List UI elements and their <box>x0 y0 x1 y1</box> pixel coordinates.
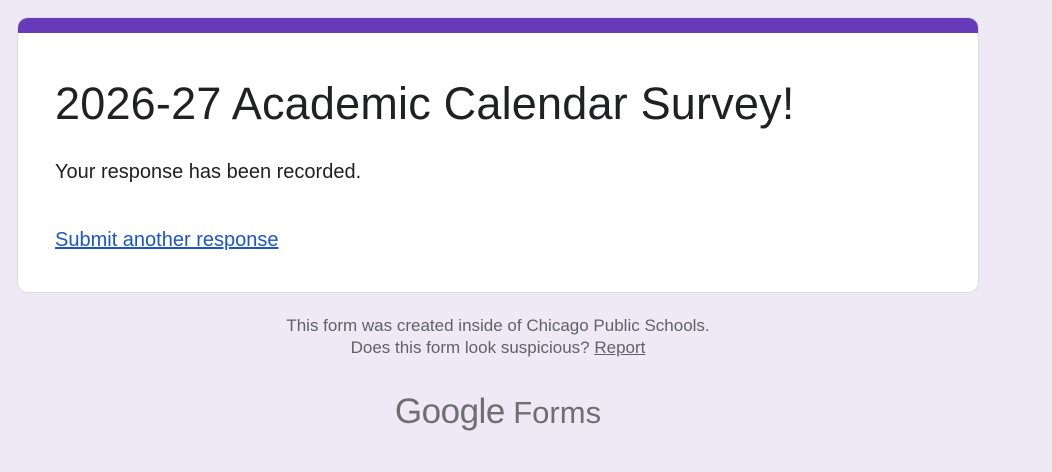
form-title: 2026-27 Academic Calendar Survey! <box>55 78 795 129</box>
form-footer: This form was created inside of Chicago … <box>18 315 978 359</box>
google-forms-logo[interactable]: Google Forms <box>18 390 978 441</box>
report-link[interactable]: Report <box>594 338 645 357</box>
suspicious-prompt-text: Does this form look suspicious? <box>350 338 590 357</box>
brand-google-text: Google <box>394 392 505 431</box>
submit-another-response-link[interactable]: Submit another response <box>55 226 278 254</box>
confirmation-card: 2026-27 Academic Calendar Survey! Your r… <box>18 18 978 292</box>
brand-forms-text: Forms <box>513 395 602 430</box>
confirmation-message: Your response has been recorded. <box>55 161 362 183</box>
page: 2026-27 Academic Calendar Survey! Your r… <box>0 0 1052 472</box>
card-accent-bar <box>18 18 978 33</box>
created-inside-text: This form was created inside of Chicago … <box>286 316 710 335</box>
suspicious-line: Does this form look suspicious? Report <box>18 337 978 359</box>
